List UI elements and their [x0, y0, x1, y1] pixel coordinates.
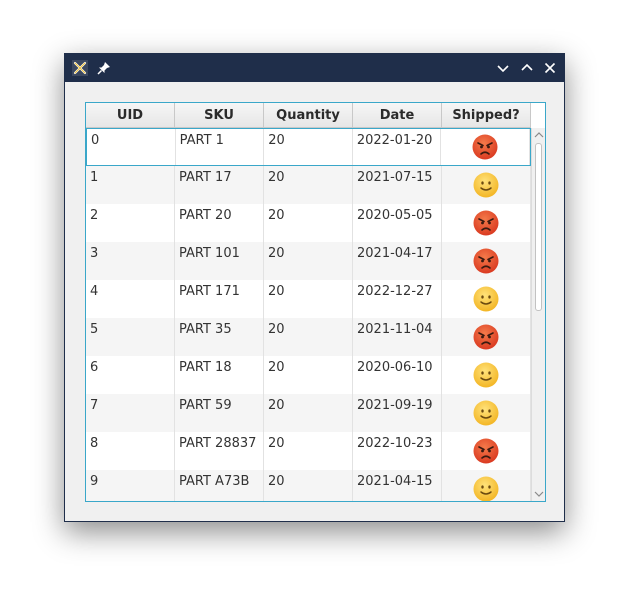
cell-shipped[interactable]: [442, 166, 531, 204]
app-menu-close-icon[interactable]: [69, 54, 91, 82]
angry-face-icon: [472, 209, 500, 237]
cell-uid[interactable]: 9: [86, 470, 175, 501]
angry-face-icon: [472, 437, 500, 465]
cell-shipped[interactable]: [442, 280, 531, 318]
column-header-uid[interactable]: UID: [86, 103, 175, 127]
smiling-face-icon: [472, 399, 500, 427]
cell-quantity[interactable]: 20: [264, 432, 353, 470]
scroll-down-arrow-icon[interactable]: [534, 490, 544, 498]
table-row[interactable]: 4 PART 171 20 2022-12-27: [86, 280, 531, 318]
smiling-face-icon: [472, 171, 500, 199]
cell-date[interactable]: 2021-04-15: [353, 470, 442, 501]
table-row[interactable]: 0 PART 1 20 2022-01-20: [86, 128, 531, 166]
cell-date[interactable]: 2020-06-10: [353, 356, 442, 394]
cell-date[interactable]: 2021-11-04: [353, 318, 442, 356]
cell-date[interactable]: 2022-10-23: [353, 432, 442, 470]
cell-quantity[interactable]: 20: [264, 280, 353, 318]
table-row[interactable]: 8 PART 28837 20 2022-10-23: [86, 432, 531, 470]
table-row[interactable]: 5 PART 35 20 2021-11-04: [86, 318, 531, 356]
smiling-face-icon: [472, 361, 500, 389]
cell-sku[interactable]: PART 28837: [175, 432, 264, 470]
cell-shipped[interactable]: [442, 394, 531, 432]
cell-uid[interactable]: 0: [87, 129, 176, 165]
table-row[interactable]: 7 PART 59 20 2021-09-19: [86, 394, 531, 432]
cell-date[interactable]: 2021-09-19: [353, 394, 442, 432]
cell-date[interactable]: 2022-12-27: [353, 280, 442, 318]
cell-quantity[interactable]: 20: [264, 470, 353, 501]
scroll-up-arrow-icon[interactable]: [534, 131, 544, 139]
angry-face-icon: [472, 323, 500, 351]
title-bar: [65, 54, 564, 82]
cell-date[interactable]: 2021-07-15: [353, 166, 442, 204]
table-row[interactable]: 2 PART 20 20 2020-05-05: [86, 204, 531, 242]
cell-quantity[interactable]: 20: [264, 129, 353, 165]
scrollbar-thumb[interactable]: [535, 143, 542, 311]
cell-sku[interactable]: PART 35: [175, 318, 264, 356]
maximize-icon[interactable]: [516, 54, 538, 82]
cell-date[interactable]: 2021-04-17: [353, 242, 442, 280]
cell-shipped[interactable]: [442, 318, 531, 356]
cell-sku[interactable]: PART 171: [175, 280, 264, 318]
cell-quantity[interactable]: 20: [264, 242, 353, 280]
cell-date[interactable]: 2020-05-05: [353, 204, 442, 242]
cell-uid[interactable]: 1: [86, 166, 175, 204]
cell-shipped[interactable]: [442, 204, 531, 242]
column-header-shipped[interactable]: Shipped?: [442, 103, 531, 127]
cell-uid[interactable]: 3: [86, 242, 175, 280]
table-header: UID SKU Quantity Date Shipped?: [86, 103, 531, 128]
column-header-sku[interactable]: SKU: [175, 103, 264, 127]
cell-shipped[interactable]: [441, 129, 531, 165]
cell-shipped[interactable]: [442, 432, 531, 470]
cell-uid[interactable]: 2: [86, 204, 175, 242]
cell-quantity[interactable]: 20: [264, 356, 353, 394]
table-row[interactable]: 6 PART 18 20 2020-06-10: [86, 356, 531, 394]
cell-shipped[interactable]: [442, 242, 531, 280]
vertical-scrollbar[interactable]: [531, 128, 545, 501]
smiling-face-icon: [472, 475, 500, 501]
column-header-date[interactable]: Date: [353, 103, 442, 127]
table-row[interactable]: 3 PART 101 20 2021-04-17: [86, 242, 531, 280]
cell-uid[interactable]: 7: [86, 394, 175, 432]
cell-uid[interactable]: 6: [86, 356, 175, 394]
cell-quantity[interactable]: 20: [264, 204, 353, 242]
cell-quantity[interactable]: 20: [264, 166, 353, 204]
cell-uid[interactable]: 5: [86, 318, 175, 356]
cell-sku[interactable]: PART 101: [175, 242, 264, 280]
minimize-icon[interactable]: [492, 54, 514, 82]
cell-date[interactable]: 2022-01-20: [353, 129, 442, 165]
cell-shipped[interactable]: [442, 356, 531, 394]
cell-quantity[interactable]: 20: [264, 318, 353, 356]
cell-sku[interactable]: PART 59: [175, 394, 264, 432]
cell-sku[interactable]: PART 20: [175, 204, 264, 242]
cell-sku[interactable]: PART 18: [175, 356, 264, 394]
table-body: 0 PART 1 20 2022-01-20 1 PART 17 20 2021-07-15 2…: [86, 128, 531, 501]
column-header-quantity[interactable]: Quantity: [264, 103, 353, 127]
data-table[interactable]: UID SKU Quantity Date Shipped? 0 PART 1 20…: [85, 102, 546, 502]
smiling-face-icon: [472, 285, 500, 313]
cell-sku[interactable]: PART A73B: [175, 470, 264, 501]
cell-shipped[interactable]: [442, 470, 531, 501]
table-row[interactable]: 9 PART A73B 20 2021-04-15: [86, 470, 531, 501]
cell-sku[interactable]: PART 1: [176, 129, 265, 165]
app-window: UID SKU Quantity Date Shipped? 0 PART 1 20…: [64, 53, 565, 522]
close-icon[interactable]: [539, 54, 561, 82]
pin-icon[interactable]: [93, 54, 115, 82]
cell-uid[interactable]: 8: [86, 432, 175, 470]
cell-uid[interactable]: 4: [86, 280, 175, 318]
angry-face-icon: [471, 133, 499, 161]
table-row[interactable]: 1 PART 17 20 2021-07-15: [86, 166, 531, 204]
cell-sku[interactable]: PART 17: [175, 166, 264, 204]
angry-face-icon: [472, 247, 500, 275]
cell-quantity[interactable]: 20: [264, 394, 353, 432]
